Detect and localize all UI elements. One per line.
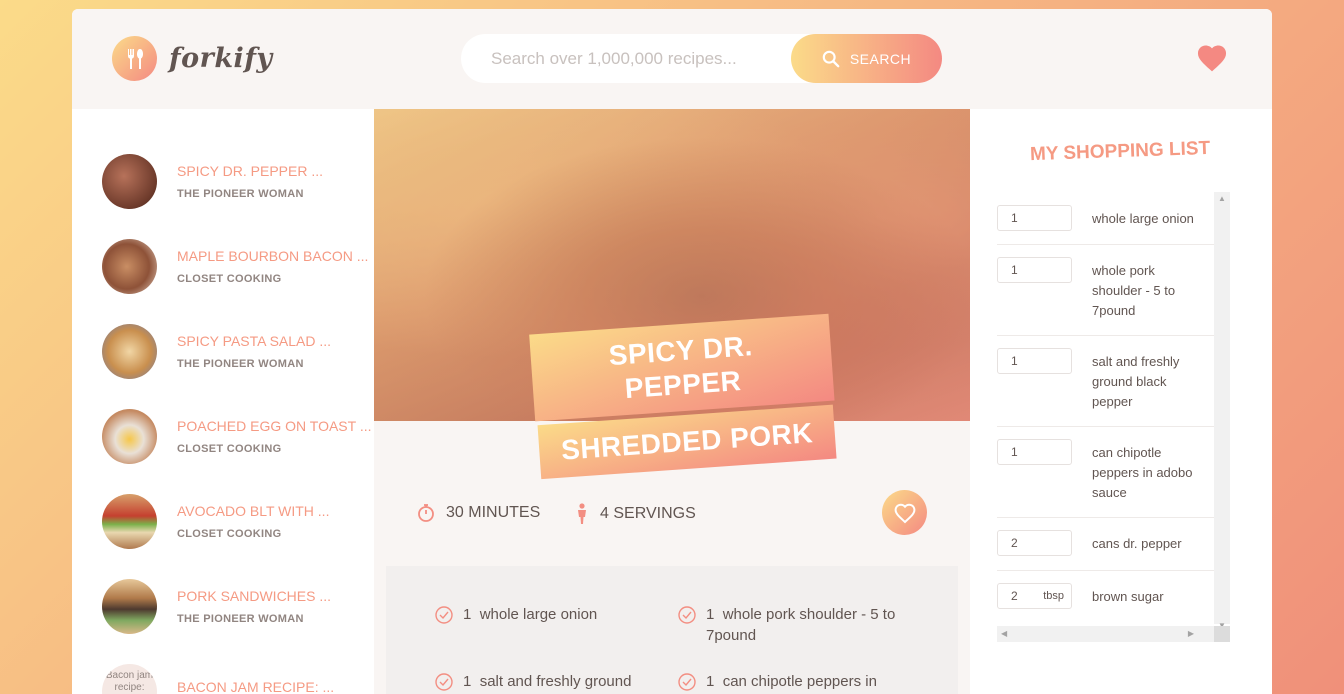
ingredient-text: whole large onion (479, 606, 598, 623)
time-unit: MINUTES (468, 504, 541, 521)
shopping-item-desc: brown sugar (1092, 589, 1164, 604)
servings-unit: SERVINGS (613, 505, 696, 522)
fork-spoon-icon (112, 36, 157, 81)
result-author: CLOSET COOKING (177, 273, 282, 285)
check-circle-icon (435, 606, 453, 624)
ingredient-count: 1 (706, 606, 715, 623)
app-container: forkify SEARCH SPICY DR. PEPPER ... (72, 9, 1272, 694)
quantity-input[interactable]: 2 (997, 530, 1072, 556)
result-item[interactable]: SPICY DR. PEPPER ... THE PIONEER WOMAN (102, 154, 323, 209)
shopping-list: 1 whole large onion 1 whole pork shoulde… (997, 193, 1230, 643)
check-circle-icon (435, 673, 453, 691)
result-author: THE PIONEER WOMAN (177, 613, 304, 625)
quantity-input[interactable]: 1 (997, 439, 1072, 465)
ingredient-text: can chipotle peppers in (722, 673, 877, 690)
result-title: AVOCADO BLT WITH ... (177, 503, 330, 519)
shopping-item-desc: can chipotle peppers in adobo sauce (1092, 445, 1193, 500)
time-value: 30 (446, 504, 464, 521)
recipe-time: 30 MINUTES (416, 503, 540, 523)
horizontal-scrollbar[interactable]: ◀ ▶ (997, 626, 1214, 642)
search-button-label: SEARCH (849, 50, 912, 67)
check-circle-icon (678, 606, 696, 624)
logo: forkify (112, 36, 273, 81)
quantity-input[interactable]: 1 (997, 257, 1072, 283)
quantity-input[interactable]: 2 tbsp (997, 583, 1072, 609)
ingredient-item: 1 whole pork shoulder - 5 to 7pound (677, 604, 896, 646)
search-button[interactable]: SEARCH (791, 34, 942, 83)
logo-text: forkify (169, 43, 273, 74)
shopping-list-heading: MY SHOPPING LIST (1029, 137, 1211, 166)
shopping-item-desc: whole large onion (1092, 211, 1194, 226)
person-icon (578, 503, 586, 524)
result-thumbnail (102, 494, 157, 549)
heart-outline-icon (894, 503, 915, 523)
recipe-servings: 4 SERVINGS (574, 503, 696, 525)
ingredient-count: 1 (706, 673, 715, 690)
bookmark-heart-button[interactable] (882, 490, 927, 535)
shopping-item: 1 can chipotle peppers in adobo sauce (997, 427, 1214, 518)
ingredient-text: whole pork shoulder - 5 to 7pound (706, 606, 896, 644)
heart-icon (1197, 45, 1227, 72)
ingredient-count: 1 (463, 673, 472, 690)
ingredient-item: 1 salt and freshly ground (434, 671, 653, 692)
shopping-item-desc: whole pork shoulder - 5 to 7pound (1092, 263, 1176, 318)
search-icon (822, 50, 840, 67)
result-title: MAPLE BOURBON BACON ... (177, 248, 369, 264)
result-author: CLOSET COOKING (177, 528, 282, 540)
result-author: THE PIONEER WOMAN (177, 358, 304, 370)
result-thumbnail (102, 154, 157, 209)
result-title: BACON JAM RECIPE: ... (177, 679, 335, 694)
result-item[interactable]: SPICY PASTA SALAD ... THE PIONEER WOMAN (102, 324, 331, 379)
search-input[interactable] (491, 48, 811, 69)
result-item[interactable]: POACHED EGG ON TOAST ... CLOSET COOKING (102, 409, 372, 464)
ingredient-list: 1 whole large onion 1 whole pork shoulde… (386, 566, 958, 694)
shopping-item: 1 whole pork shoulder - 5 to 7pound (997, 245, 1214, 336)
ingredient-text: salt and freshly ground (479, 673, 632, 690)
check-circle-icon (678, 673, 696, 691)
vertical-scrollbar[interactable]: ▲ ▼ (1214, 192, 1230, 630)
recipe-view: SPICY DR. PEPPER SHREDDED PORK 30 MINUTE… (374, 109, 970, 694)
quantity-input[interactable]: 1 (997, 348, 1072, 374)
result-item[interactable]: MAPLE BOURBON BACON ... CLOSET COOKING (102, 239, 368, 294)
result-author: THE PIONEER WOMAN (177, 188, 304, 200)
scroll-left-arrow-icon[interactable]: ◀ (1001, 629, 1007, 638)
result-item[interactable]: AVOCADO BLT WITH ... CLOSET COOKING (102, 494, 329, 549)
scrollbar-corner (1214, 626, 1230, 642)
result-author: CLOSET COOKING (177, 443, 282, 455)
quantity-input[interactable]: 1 (997, 205, 1072, 231)
result-thumbnail (102, 239, 157, 294)
result-item[interactable]: PORK SANDWICHES ... THE PIONEER WOMAN (102, 579, 331, 634)
result-title: SPICY PASTA SALAD ... (177, 333, 332, 349)
servings-value: 4 (600, 505, 609, 522)
ingredient-item: 1 can chipotle peppers in (677, 671, 896, 692)
ingredient-item: 1 whole large onion (434, 604, 653, 625)
shopping-item-desc: cans dr. pepper (1092, 536, 1182, 551)
shopping-item: 2 cans dr. pepper (997, 518, 1214, 571)
result-title: SPICY DR. PEPPER ... (177, 163, 324, 179)
result-title: POACHED EGG ON TOAST ... (177, 418, 372, 434)
search-results: SPICY DR. PEPPER ... THE PIONEER WOMAN M… (72, 109, 374, 694)
search-form: SEARCH (461, 34, 942, 83)
result-item[interactable]: Bacon jam recipe: BACON JAM RECIPE: ... (102, 664, 334, 694)
shopping-item: 1 whole large onion (997, 193, 1214, 245)
result-title: PORK SANDWICHES ... (177, 588, 332, 604)
stopwatch-icon (418, 504, 434, 522)
broken-image-alt: Bacon jam recipe: (105, 670, 154, 693)
header: forkify SEARCH (72, 9, 1272, 109)
shopping-item-desc: salt and freshly ground black pepper (1092, 354, 1180, 409)
shopping-item: 2 tbsp brown sugar (997, 571, 1214, 627)
result-thumbnail (102, 409, 157, 464)
result-thumbnail (102, 324, 157, 379)
scroll-right-arrow-icon[interactable]: ▶ (1188, 629, 1194, 638)
recipe-title: SPICY DR. PEPPER SHREDDED PORK (529, 313, 839, 483)
ingredient-count: 1 (463, 606, 472, 623)
result-thumbnail (102, 579, 157, 634)
scroll-up-arrow-icon[interactable]: ▲ (1218, 194, 1226, 203)
shopping-item: 1 salt and freshly ground black pepper (997, 336, 1214, 427)
result-thumbnail: Bacon jam recipe: (102, 664, 157, 694)
likes-heart-button[interactable] (1195, 42, 1229, 77)
